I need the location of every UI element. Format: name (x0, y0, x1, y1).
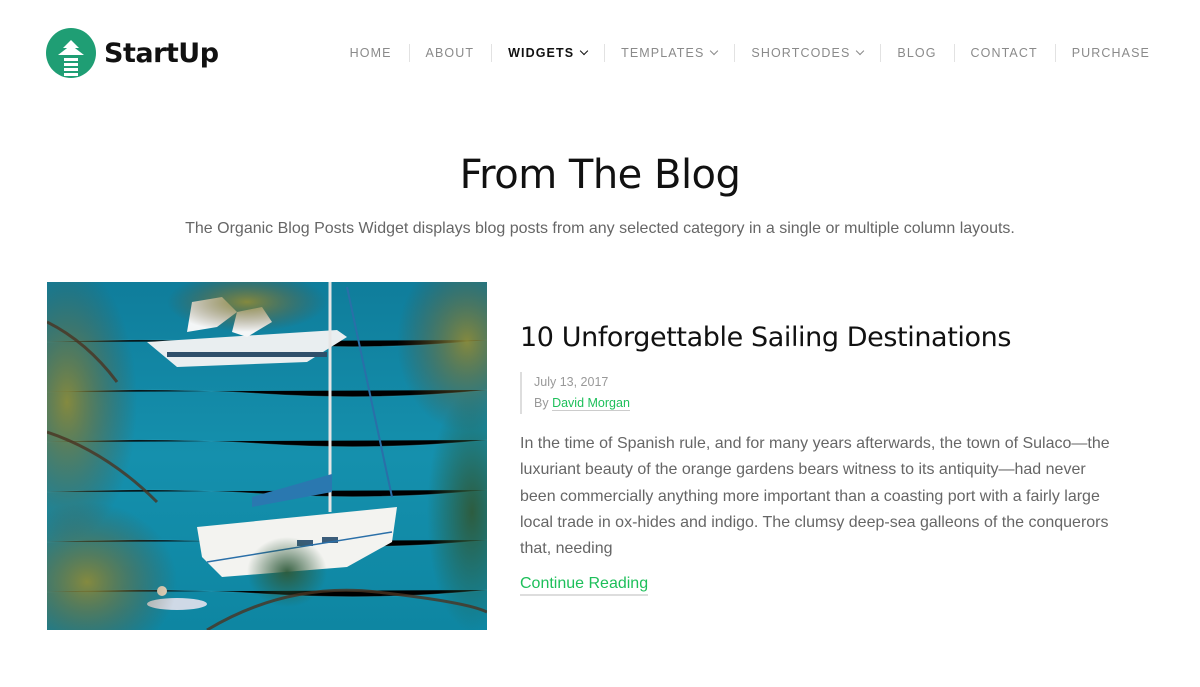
nav-label: SHORTCODES (751, 46, 851, 60)
section-title: From The Blog (459, 152, 741, 198)
logo-link[interactable]: StartUp (46, 28, 219, 78)
author-link[interactable]: David Morgan (552, 396, 630, 411)
post-featured-image[interactable] (47, 282, 487, 630)
nav-contact[interactable]: CONTACT (953, 44, 1055, 62)
nav-label: ABOUT (425, 46, 475, 60)
section-subtitle: The Organic Blog Posts Widget displays b… (185, 220, 1015, 237)
chevron-down-icon (856, 46, 865, 56)
nav-about[interactable]: ABOUT (408, 44, 492, 62)
post-date: July 13, 2017 (534, 375, 609, 389)
by-label: By (534, 396, 549, 410)
post-excerpt: In the time of Spanish rule, and for man… (520, 435, 1110, 558)
nav-home[interactable]: HOME (333, 44, 409, 62)
nav-widgets[interactable]: WIDGETS (491, 44, 604, 62)
chevron-down-icon (710, 46, 719, 56)
continue-reading-link[interactable]: Continue Reading (520, 574, 649, 596)
nav-label: TEMPLATES (621, 46, 705, 60)
post-meta: July 13, 2017 By David Morgan (520, 372, 630, 414)
nav-purchase[interactable]: PURCHASE (1054, 44, 1166, 62)
post-byline: By David Morgan (534, 393, 630, 414)
nav-label: WIDGETS (508, 46, 575, 60)
nav-shortcodes[interactable]: SHORTCODES (734, 44, 880, 62)
post-title-link[interactable]: 10 Unforgettable Sailing Destinations (520, 322, 1011, 353)
nav-label: CONTACT (970, 46, 1038, 60)
logo-text: StartUp (104, 37, 219, 69)
nav-blog[interactable]: BLOG (880, 44, 953, 62)
chevron-down-icon (579, 46, 589, 56)
logo-tree-icon (46, 28, 96, 78)
nav-label: HOME (349, 46, 392, 60)
nav-label: BLOG (897, 46, 937, 60)
sailboat-photo (47, 282, 487, 630)
main-nav: HOME ABOUT WIDGETS TEMPLATES SHORTCODES … (333, 44, 1166, 62)
nav-templates[interactable]: TEMPLATES (604, 44, 734, 62)
nav-label: PURCHASE (1071, 46, 1150, 60)
